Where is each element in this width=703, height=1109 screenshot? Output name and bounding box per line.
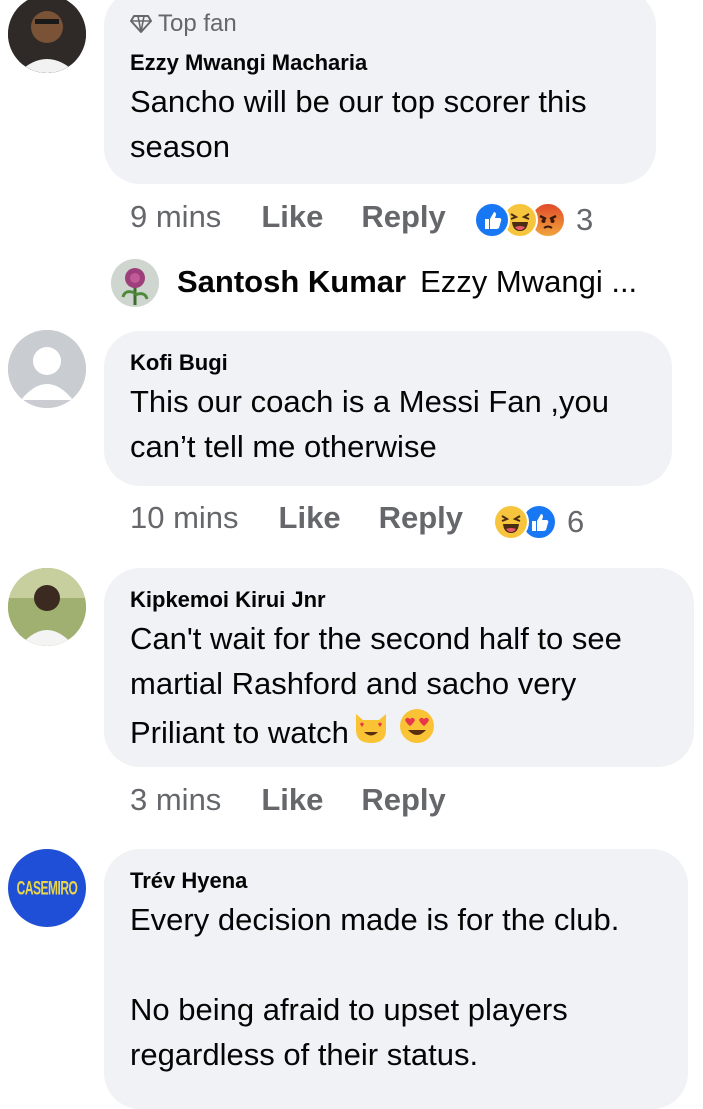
comment-bubble: Kofi Bugi This our coach is a Messi Fan … — [104, 331, 672, 486]
avatar-kofi[interactable] — [8, 330, 86, 408]
comment-bubble: Kipkemoi Kirui Jnr Can't wait for the se… — [104, 568, 694, 767]
avatar-ezzy[interactable] — [8, 0, 86, 73]
comment-time[interactable]: 10 mins — [130, 500, 239, 536]
comment-author[interactable]: Trév Hyena — [130, 868, 247, 894]
reaction-summary[interactable]: 6 — [493, 504, 584, 540]
comment-meta: 3 mins Like Reply — [130, 782, 446, 818]
comment-meta: 10 mins Like Reply — [130, 500, 463, 536]
comment-author[interactable]: Kipkemoi Kirui Jnr — [130, 587, 326, 613]
comment-bubble: Trév Hyena Every decision made is for th… — [104, 849, 688, 1109]
comment-time[interactable]: 9 mins — [130, 199, 221, 235]
badge-label: Top fan — [158, 10, 237, 37]
comment-text: This our coach is a Messi Fan ,you can’t… — [130, 384, 609, 464]
reply-button[interactable]: Reply — [379, 500, 463, 536]
haha-icon — [493, 504, 529, 540]
reply-button[interactable]: Reply — [361, 199, 445, 235]
comment-text-line-with-emoji: Priliant to watch — [130, 706, 622, 758]
comment-time[interactable]: 3 mins — [130, 782, 221, 818]
reply-button[interactable]: Reply — [361, 782, 445, 818]
comment-text-line: Can't wait for the second half to see — [130, 621, 622, 656]
comment-text: Every decision made is for the club. No … — [130, 902, 620, 1072]
avatar-kipkemoi[interactable] — [8, 568, 86, 646]
comment-author[interactable]: Kofi Bugi — [130, 350, 228, 376]
top-fan-badge: Top fan — [130, 10, 237, 38]
heart-eyes-cat-emoji — [351, 706, 391, 758]
avatar-santosh[interactable] — [111, 259, 159, 307]
like-button[interactable]: Like — [261, 782, 323, 818]
comment-meta: 9 mins Like Reply — [130, 199, 446, 235]
comment-bubble: Top fan Ezzy Mwangi Macharia Sancho will… — [104, 0, 656, 184]
comment-author[interactable]: Ezzy Mwangi Macharia — [130, 50, 367, 76]
default-avatar-icon — [8, 330, 86, 408]
reaction-summary[interactable]: 3 — [474, 202, 593, 238]
like-button[interactable]: Like — [279, 500, 341, 536]
like-button[interactable]: Like — [261, 199, 323, 235]
reply-author[interactable]: Santosh Kumar — [177, 264, 406, 300]
comment-text-line: Priliant to watch — [130, 714, 349, 750]
avatar-trev[interactable]: CASEMIRO — [8, 849, 86, 927]
comment-text: Can't wait for the second half to see ma… — [130, 616, 622, 758]
heart-eyes-emoji — [397, 706, 437, 758]
reaction-count: 6 — [567, 504, 585, 539]
comment-text: Sancho will be our top scorer this seaso… — [130, 84, 587, 164]
avatar-logo-text: CASEMIRO — [16, 876, 78, 900]
like-icon — [474, 202, 510, 238]
reaction-count: 3 — [576, 202, 594, 237]
reply-preview[interactable]: Santosh Kumar Ezzy Mwangi ... — [177, 264, 637, 300]
diamond-icon — [130, 15, 152, 33]
comment-text-line: martial Rashford and sacho very — [130, 666, 577, 701]
reply-snippet: Ezzy Mwangi ... — [420, 264, 638, 299]
